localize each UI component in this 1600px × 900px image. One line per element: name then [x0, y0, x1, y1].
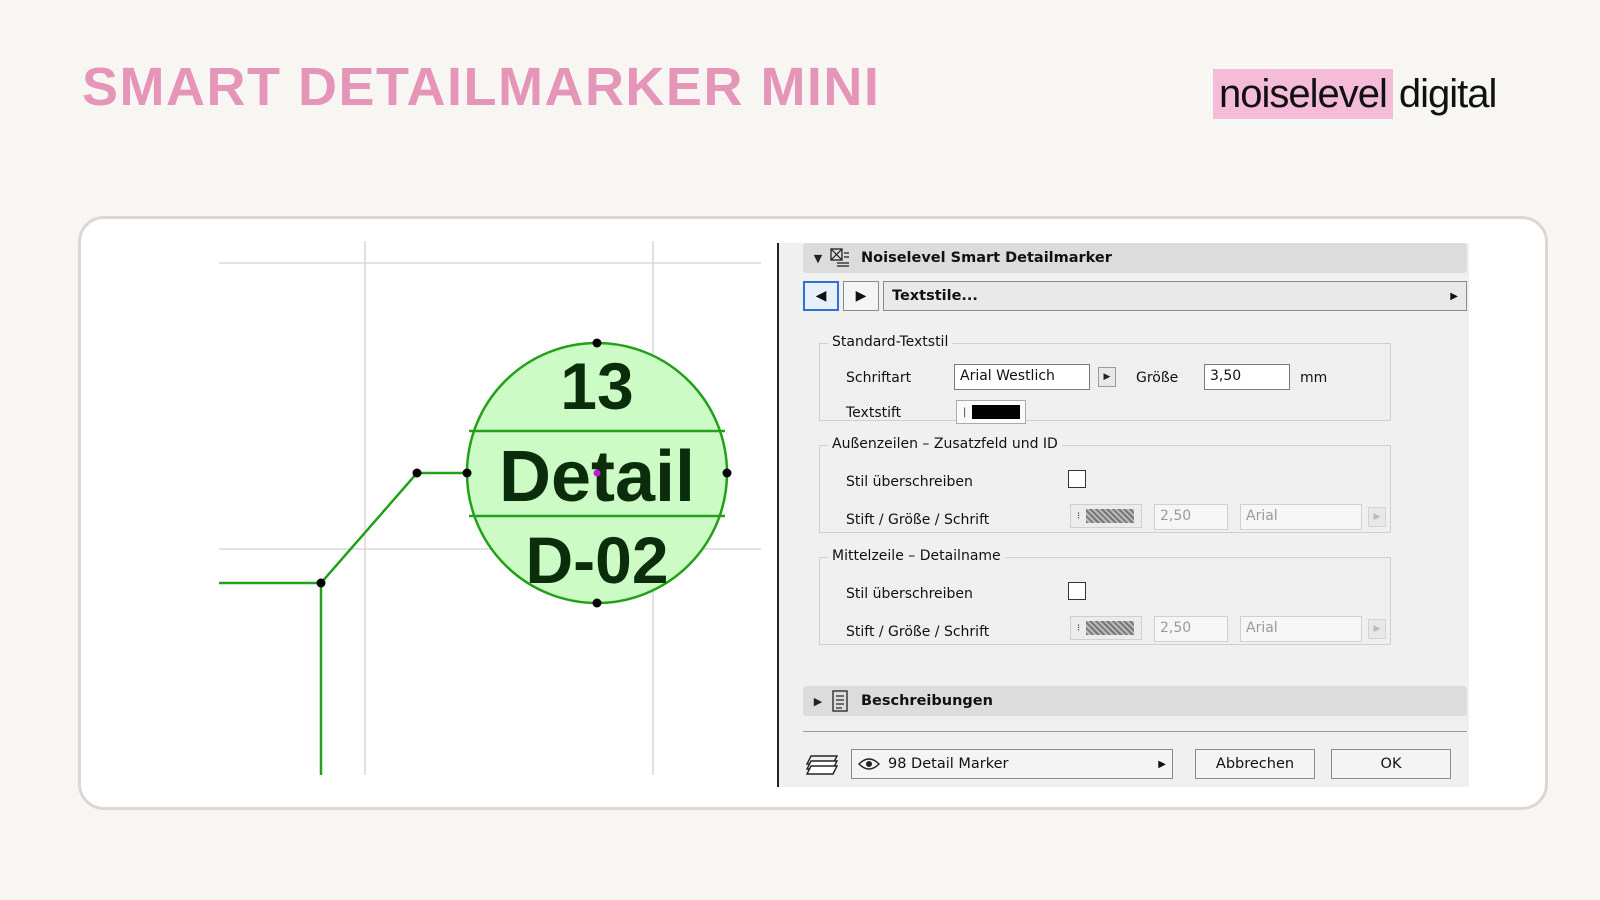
size-field[interactable]: 3,50	[1204, 364, 1290, 390]
middle-override-label: Stil überschreiben	[846, 586, 973, 602]
screenshot-card: 13 Detail D-02 ▼ Noiselevel Smart Detail…	[78, 216, 1548, 810]
leader-line[interactable]	[219, 471, 467, 775]
handle-node	[592, 598, 602, 608]
chevron-right-icon: ▶	[1373, 624, 1381, 634]
descriptions-header[interactable]: ▶ Beschreibungen	[803, 686, 1467, 716]
middle-font-dropdown-button[interactable]: ▶	[1368, 619, 1386, 639]
next-page-button[interactable]: ▶	[843, 281, 879, 311]
outer-font-dropdown-button[interactable]: ▶	[1368, 507, 1386, 527]
outer-font-field[interactable]: Arial	[1240, 504, 1362, 530]
font-dropdown-button[interactable]: ▶	[1098, 367, 1116, 387]
chevron-right-icon: ▶	[1373, 512, 1381, 522]
middle-pen-picker[interactable]: ⁝	[1070, 616, 1142, 640]
eye-icon[interactable]	[858, 757, 880, 771]
group-title-standard: Standard-Textstil	[828, 334, 953, 350]
chevron-right-icon: ▶	[1158, 758, 1166, 770]
outer-size-field[interactable]: 2,50	[1154, 504, 1228, 530]
group-outer-lines: Außenzeilen – Zusatzfeld und ID Stil übe…	[819, 436, 1391, 533]
handle-node	[462, 468, 472, 478]
chevron-right-icon: ▶	[1450, 290, 1458, 302]
handle-center	[593, 469, 601, 477]
middle-pen-size-font-label: Stift / Größe / Schrift	[846, 624, 990, 640]
panel-title: Noiselevel Smart Detailmarker	[861, 250, 1112, 266]
page-navigation: ◀ ▶ Textstile... ▶	[803, 281, 1467, 311]
descriptions-title: Beschreibungen	[861, 693, 993, 709]
outer-override-checkbox[interactable]	[1068, 470, 1086, 488]
slide-title: SMART DETAILMARKER MINI	[82, 57, 881, 117]
middle-override-checkbox[interactable]	[1068, 582, 1086, 600]
ok-button[interactable]: OK	[1331, 749, 1451, 779]
outer-pen-picker[interactable]: ⁝	[1070, 504, 1142, 528]
collapse-triangle-icon[interactable]: ▼	[807, 252, 829, 265]
cancel-button[interactable]: Abbrechen	[1195, 749, 1315, 779]
outer-pen-size-font-label: Stift / Größe / Schrift	[846, 512, 990, 528]
expand-triangle-icon[interactable]: ▶	[807, 695, 829, 708]
handle-node	[316, 578, 326, 588]
layers-icon	[805, 755, 839, 775]
handle-node	[592, 338, 602, 348]
handle-node	[722, 468, 732, 478]
prev-page-button[interactable]: ◀	[803, 281, 839, 311]
font-label: Schriftart	[846, 370, 912, 386]
marker-middle-text: Detail	[499, 437, 695, 517]
size-label: Größe	[1136, 370, 1179, 386]
middle-font-field[interactable]: Arial	[1240, 616, 1362, 642]
triangle-left-icon: ◀	[815, 288, 827, 304]
page-select[interactable]: Textstile... ▶	[883, 281, 1467, 311]
panel-header[interactable]: ▼ Noiselevel Smart Detailmarker	[803, 243, 1467, 273]
settings-dialog: ▼ Noiselevel Smart Detailmarker ◀ ▶ Text…	[777, 243, 1469, 787]
marker-bottom-text: D-02	[525, 523, 668, 597]
page-select-value: Textstile...	[892, 288, 978, 304]
pen-label: Textstift	[846, 405, 902, 421]
size-unit: mm	[1300, 370, 1328, 386]
group-standard-textstil: Standard-Textstil Schriftart Arial Westl…	[819, 334, 1391, 424]
brand-logo: noiselevel digital	[1213, 69, 1498, 119]
document-list-icon	[829, 690, 851, 712]
outer-override-label: Stil überschreiben	[846, 474, 973, 490]
middle-size-field[interactable]: 2,50	[1154, 616, 1228, 642]
font-field[interactable]: Arial Westlich	[954, 364, 1090, 390]
footer-divider	[803, 731, 1467, 732]
drawing-canvas: 13 Detail D-02	[219, 241, 761, 775]
detailmarker-icon	[829, 247, 851, 269]
handle-node	[412, 468, 422, 478]
group-title-outer: Außenzeilen – Zusatzfeld und ID	[828, 436, 1062, 452]
triangle-right-icon: ▶	[855, 288, 867, 304]
group-middle-line: Mittelzeile – Detailname Stil überschrei…	[819, 548, 1391, 645]
layer-select[interactable]: 98 Detail Marker ▶	[851, 749, 1173, 779]
brand-logo-rest: digital	[1398, 71, 1498, 116]
text-pen-picker[interactable]: |	[956, 400, 1026, 424]
group-title-middle: Mittelzeile – Detailname	[828, 548, 1005, 564]
marker-top-text: 13	[560, 349, 633, 423]
chevron-right-icon: ▶	[1103, 372, 1111, 382]
brand-logo-highlight: noiselevel	[1213, 69, 1393, 119]
layer-select-value: 98 Detail Marker	[888, 756, 1009, 772]
